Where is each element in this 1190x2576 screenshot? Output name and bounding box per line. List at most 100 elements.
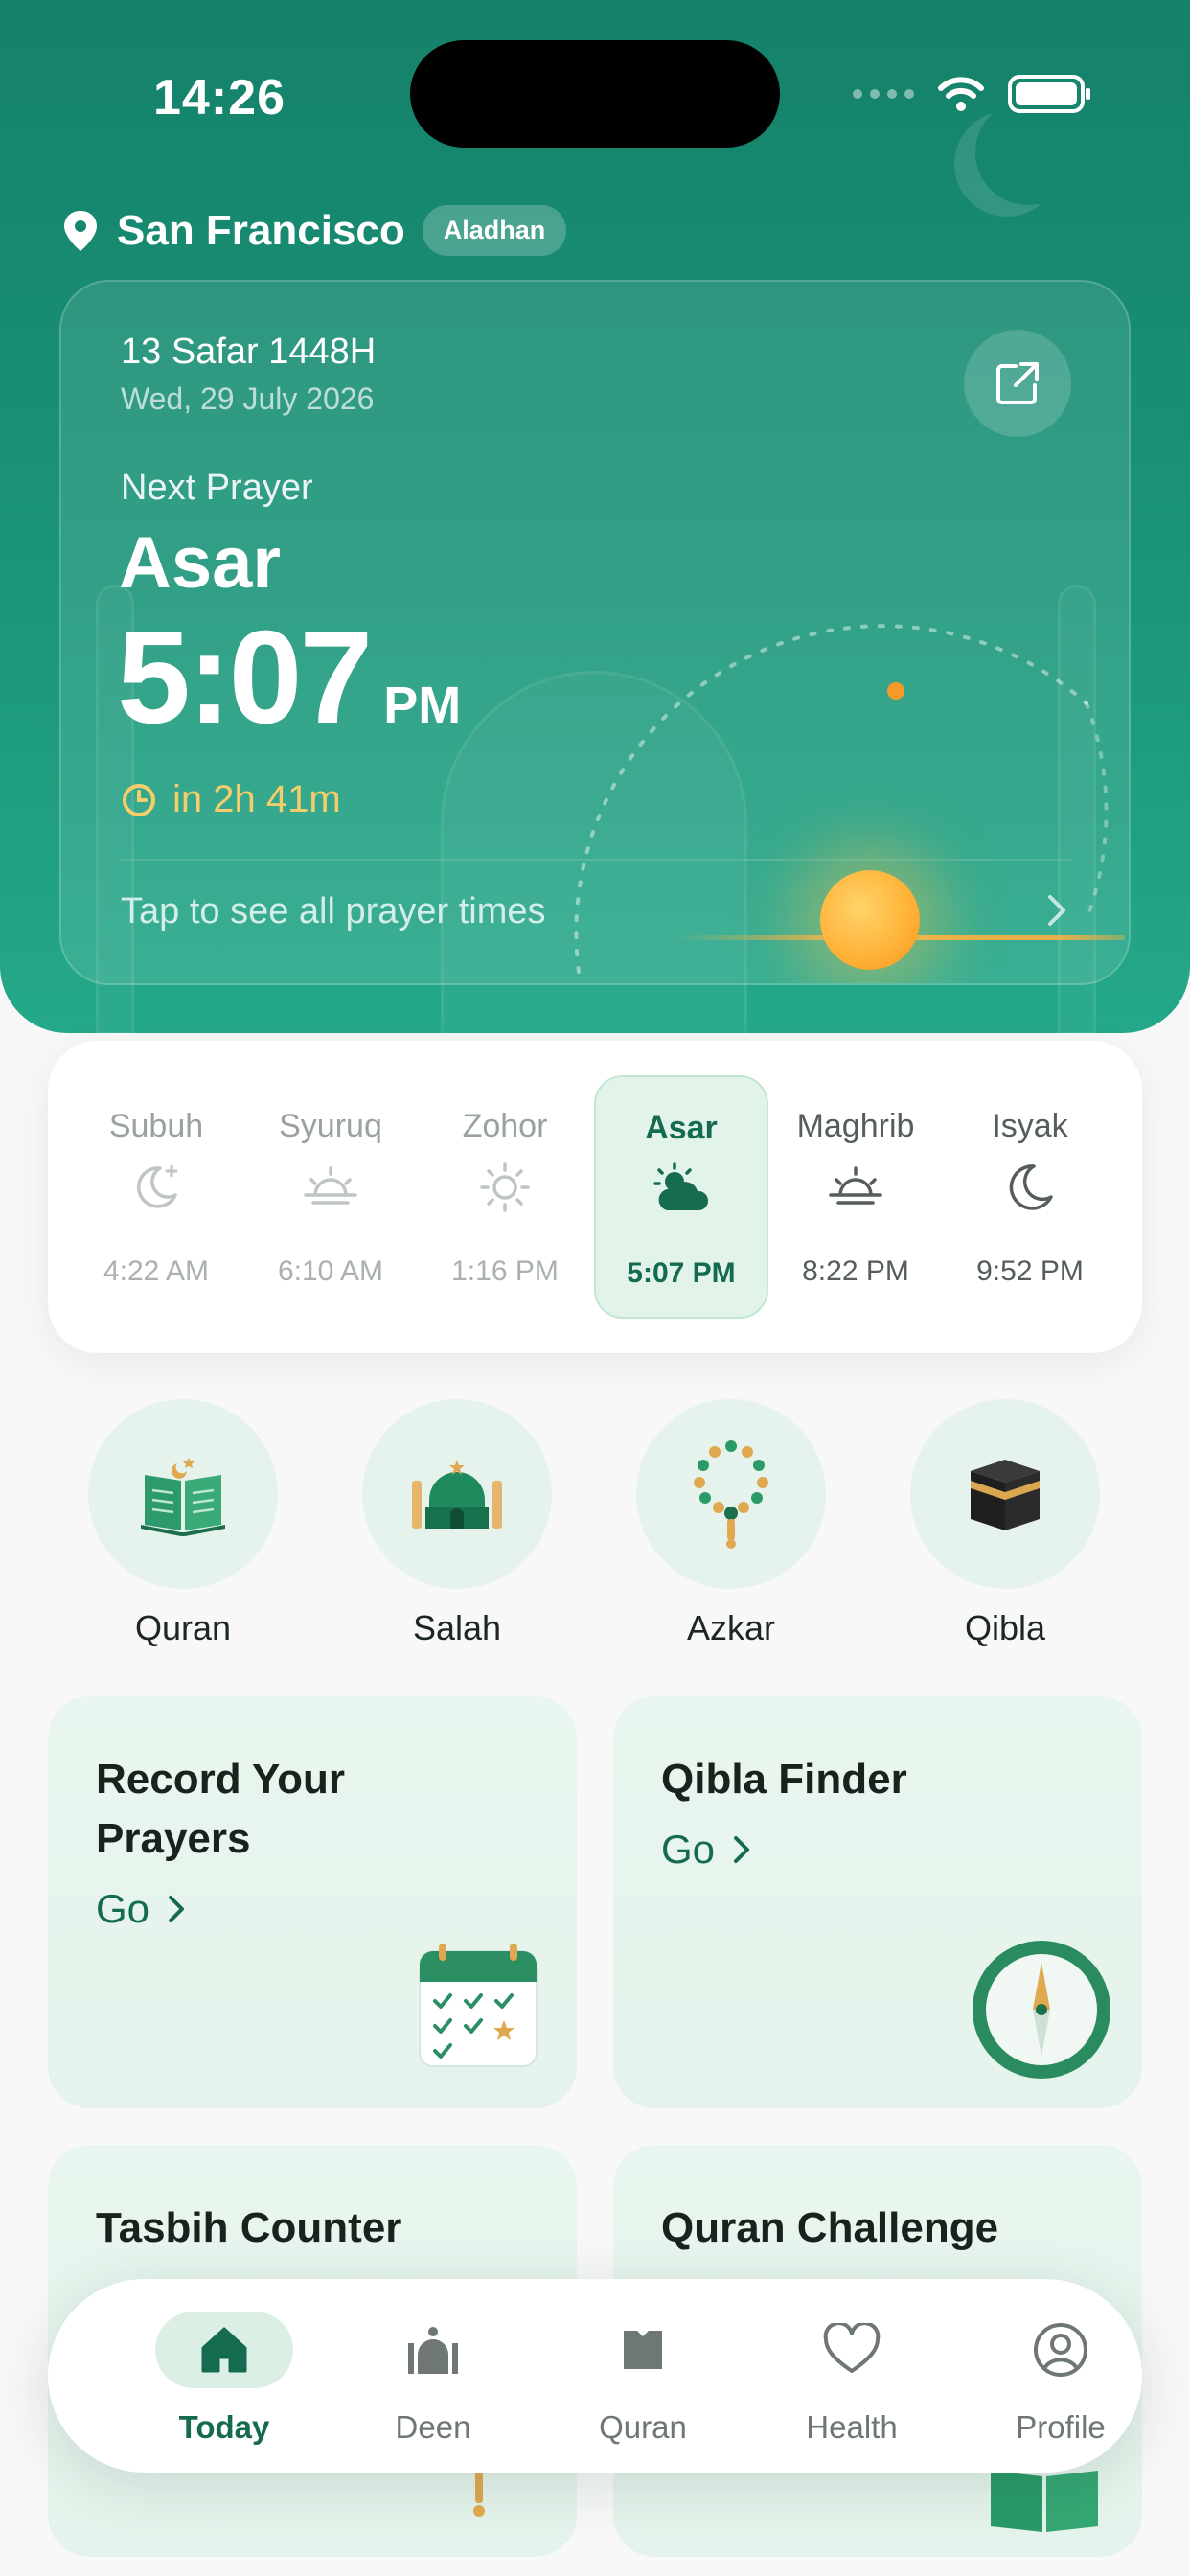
card-title-line: Prayers [96,1815,251,1862]
external-link-icon [996,362,1039,404]
go-label: Go [661,1827,716,1872]
prayer-time: 6:10 AM [277,1255,384,1287]
open-external-button[interactable] [964,330,1071,437]
prayer-name: Subuh [108,1108,204,1144]
prayer-item-syuruq[interactable]: Syuruq 6:10 AM [243,1075,418,1319]
quran-book-icon [991,2471,1098,2532]
prayer-name: Maghrib [796,1108,915,1144]
tab-label: Quran [599,2409,687,2445]
tab-label: Profile [1016,2409,1106,2445]
prayer-name: Zohor [462,1108,548,1144]
quick-action-salah[interactable]: Salah [362,1399,552,1648]
source-badge: Aladhan [422,205,567,256]
countdown-text: in 2h 41m [172,778,341,820]
bottom-tab-bar: Today Deen Quran Health Profile [48,2279,1142,2472]
book-icon [624,2331,662,2369]
prayer-item-zohor[interactable]: Zohor 1:16 PM [418,1075,592,1319]
kaaba-icon [971,1460,1040,1530]
tab-label: Deen [395,2409,471,2445]
moon-icon [943,1154,1117,1221]
clock-icon [123,783,155,816]
hero-header: 14:26 San Francisco Aladhan 13 Safar 144… [0,0,1190,1033]
sun-icon [820,870,920,970]
see-all-prayer-times-link[interactable]: Tap to see all prayer times [121,891,546,932]
next-prayer-label: Next Prayer [121,468,313,508]
card-title-line: Record Your [96,1756,345,1803]
quick-action-circle [362,1399,552,1589]
tab-deen[interactable]: Deen [347,2312,519,2446]
quick-action-label: Quran [134,1608,232,1647]
tab-label: Health [806,2409,898,2445]
quick-action-quran[interactable]: Quran [88,1399,278,1648]
prayer-item-asar[interactable]: Asar 5:07 PM [594,1075,768,1319]
prayer-name: Isyak [992,1108,1068,1144]
card-title: Record Your Prayers [96,1750,345,1869]
tab-icon-wrapper [766,2312,938,2388]
moon-stars-icon [69,1154,243,1221]
home-icon [201,2327,247,2373]
next-prayer-clock: 5:07 [117,604,373,751]
quick-action-qibla[interactable]: Qibla [910,1399,1100,1648]
location-row[interactable]: San Francisco Aladhan [61,205,567,256]
prayer-time: 5:07 PM [627,1257,736,1289]
card-title: Tasbih Counter [96,2204,402,2251]
sun-position-dot [887,682,904,700]
tab-icon-wrapper [974,2312,1147,2388]
tab-icon-wrapper [557,2312,729,2388]
dynamic-island [410,40,780,148]
heart-icon [823,2323,881,2373]
tab-today[interactable]: Today [138,2312,310,2446]
countdown: in 2h 41m [121,778,341,821]
prayer-item-subuh[interactable]: Subuh 4:22 AM [69,1075,243,1319]
location-pin-icon [64,210,97,251]
card-title: Quran Challenge [661,2204,999,2251]
prayer-time: 9:52 PM [976,1255,1084,1287]
go-link[interactable]: Go [96,1886,188,1932]
tab-icon-wrapper [155,2312,293,2388]
sunrise-icon [243,1154,418,1221]
profile-icon [1034,2323,1087,2377]
crescent-decoration [975,100,1081,205]
status-time: 14:26 [153,70,286,126]
go-link[interactable]: Go [661,1827,753,1873]
prayer-name: Asar [645,1110,718,1146]
tab-quran[interactable]: Quran [557,2312,729,2446]
qibla-finder-card[interactable]: Qibla Finder Go [613,1696,1142,2108]
tab-label: Today [178,2409,270,2445]
sunset-icon [768,1154,943,1221]
calendar-check-icon [419,1944,538,2067]
prayer-time: 1:16 PM [451,1255,559,1287]
tab-profile[interactable]: Profile [974,2312,1147,2446]
prayer-item-maghrib[interactable]: Maghrib 8:22 PM [768,1075,943,1319]
chevron-right-icon [169,1896,185,1922]
next-prayer-card[interactable]: 13 Safar 1448H Wed, 29 July 2026 Next Pr… [59,280,1131,985]
next-prayer-name: Asar [119,522,281,604]
sun-icon [418,1154,592,1221]
prayer-item-isyak[interactable]: Isyak 9:52 PM [943,1075,1117,1319]
record-prayers-card[interactable]: Record Your Prayers Go [48,1696,577,2108]
go-label: Go [96,1886,150,1931]
prayer-times-strip: Subuh 4:22 AM Syuruq 6:10 AM Zohor 1:16 … [48,1041,1142,1353]
chevron-right-icon [1048,895,1065,926]
next-prayer-time: 5:07 PM [117,602,461,754]
hijri-date: 13 Safar 1448H [121,332,377,372]
city-name: San Francisco [117,206,405,254]
next-prayer-ampm: PM [383,677,462,734]
chevron-right-icon [734,1836,750,1863]
quran-book-icon [141,1458,225,1536]
mosque-icon [412,1460,502,1529]
prayer-time: 4:22 AM [103,1255,210,1287]
prayer-name: Syuruq [279,1108,382,1144]
tab-health[interactable]: Health [766,2312,938,2446]
quick-action-label: Qibla [964,1608,1046,1647]
quick-action-label: Salah [412,1608,502,1647]
wifi-icon [938,77,984,111]
quick-action-azkar[interactable]: Azkar [636,1399,826,1648]
quick-action-label: Azkar [686,1608,776,1647]
card-divider [121,859,1071,861]
prayer-beads-icon [694,1440,768,1549]
sun-cloud-icon [596,1156,767,1223]
compass-icon [973,1941,1110,2079]
card-title: Qibla Finder [661,1756,907,1803]
prayer-time: 8:22 PM [802,1255,909,1287]
